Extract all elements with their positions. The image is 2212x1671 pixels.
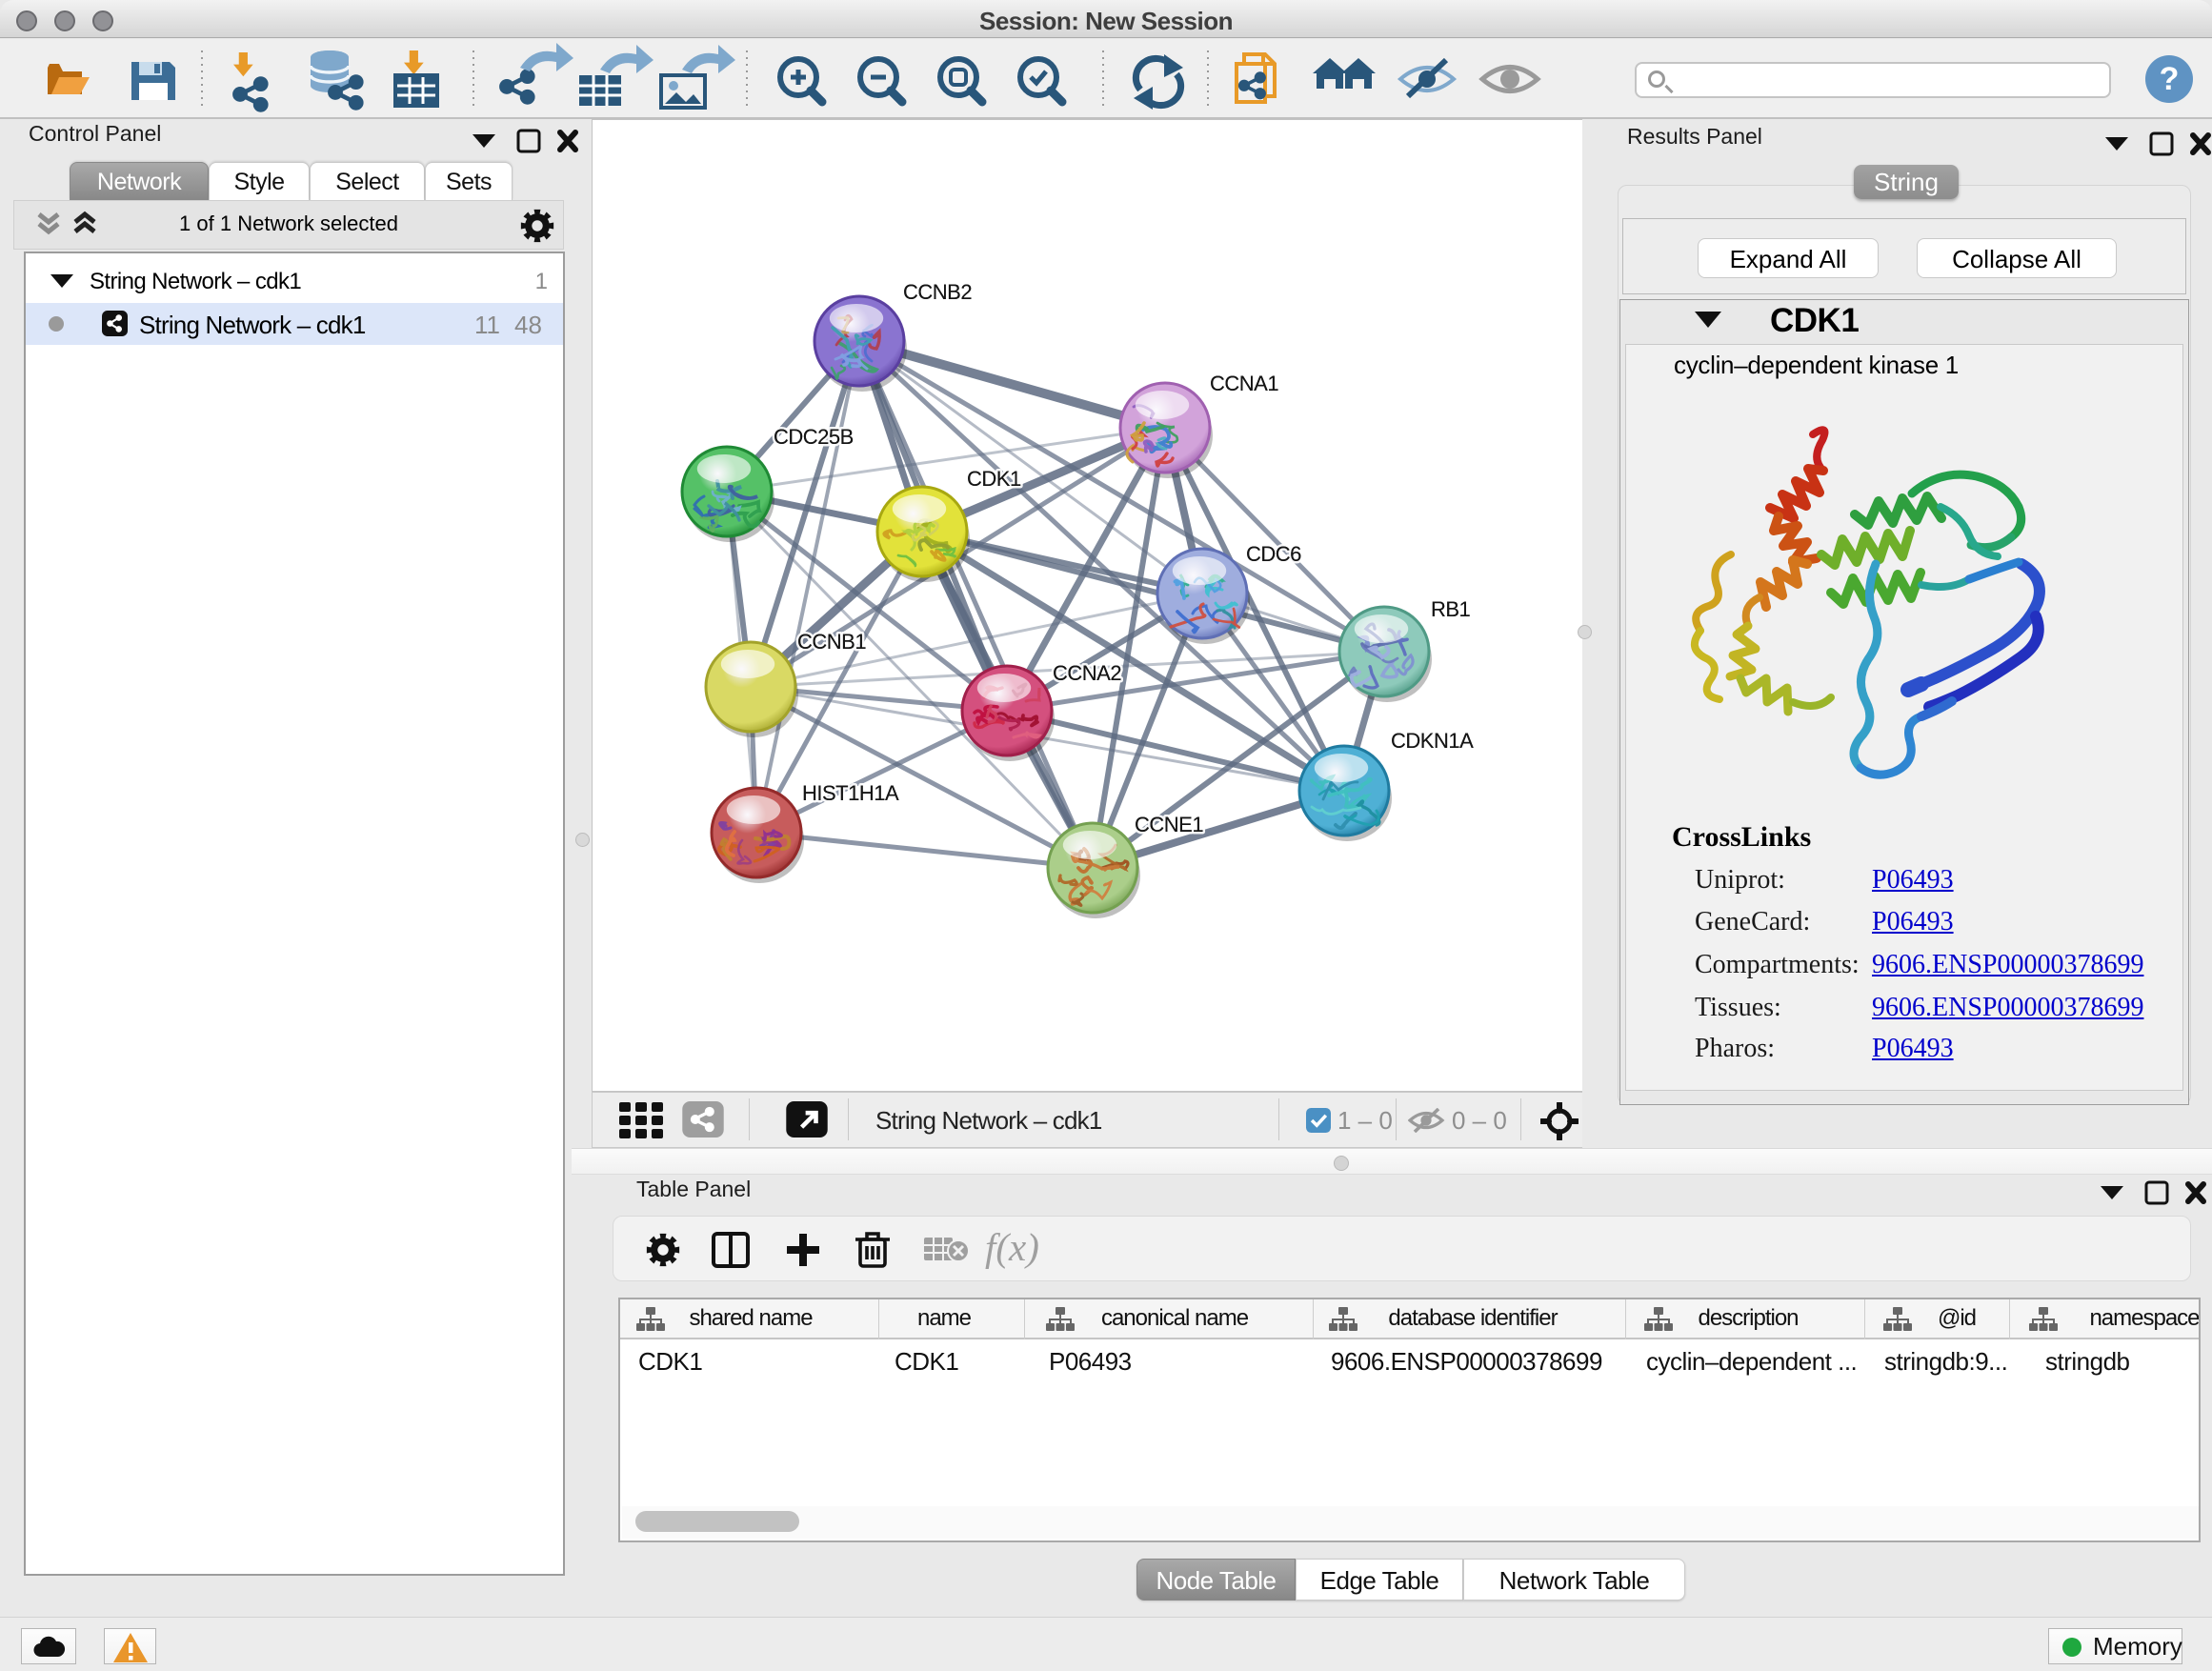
svg-text:CCNB1: CCNB1 [797, 630, 866, 654]
svg-text:CCNA2: CCNA2 [1053, 661, 1121, 685]
svg-text:HIST1H1A: HIST1H1A [802, 781, 899, 805]
svg-text:CCNA1: CCNA1 [1210, 372, 1278, 395]
svg-text:CDC25B: CDC25B [774, 425, 854, 449]
svg-text:RB1: RB1 [1431, 597, 1471, 621]
svg-text:CDC6: CDC6 [1246, 542, 1301, 566]
svg-text:CDKN1A: CDKN1A [1391, 729, 1474, 753]
svg-text:CDK1: CDK1 [967, 467, 1021, 491]
svg-text:CCNE1: CCNE1 [1135, 813, 1203, 836]
svg-text:CCNB2: CCNB2 [903, 280, 972, 304]
